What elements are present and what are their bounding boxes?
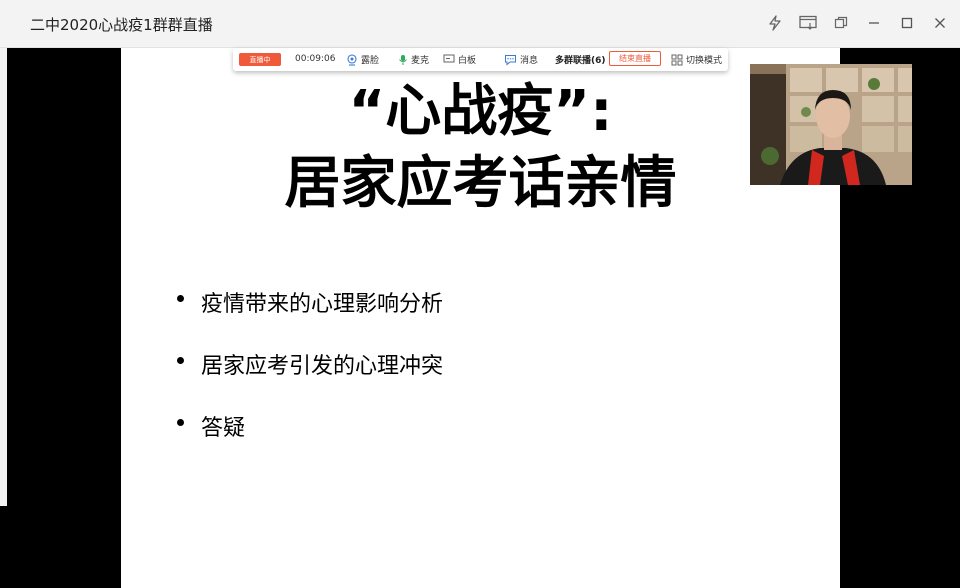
microphone-icon bbox=[399, 54, 407, 65]
title-bar: 二中2020心战疫1群群直播 bbox=[0, 0, 960, 48]
bullet-dot-icon bbox=[177, 419, 184, 426]
whiteboard-button[interactable]: 白板 bbox=[443, 48, 476, 71]
whiteboard-icon bbox=[443, 54, 455, 63]
maximize-icon[interactable] bbox=[896, 12, 918, 34]
presentation-slide: “心战疫”: 居家应考话亲情 疫情带来的心理影响分析 居家应考引发的心理冲突 答… bbox=[121, 48, 840, 588]
left-frame-strip bbox=[0, 48, 7, 506]
microphone-button[interactable]: 麦克 bbox=[398, 48, 429, 71]
window-title: 二中2020心战疫1群群直播 bbox=[30, 16, 213, 34]
restore-copy-icon[interactable] bbox=[830, 12, 852, 34]
webcam-presenter-image bbox=[750, 64, 912, 185]
bullet-item: 答疑 bbox=[177, 410, 443, 472]
grid-mode-icon bbox=[671, 54, 683, 65]
bullet-item: 居家应考引发的心理冲突 bbox=[177, 348, 443, 410]
pin-window-icon[interactable] bbox=[797, 12, 819, 34]
bullet-dot-icon bbox=[177, 357, 184, 364]
switch-mode-button[interactable]: 切换模式 bbox=[671, 48, 722, 71]
slide-title-line-1: “心战疫”: bbox=[348, 79, 613, 144]
webcam-preview[interactable] bbox=[750, 64, 912, 185]
message-button[interactable]: 消息 bbox=[504, 48, 538, 71]
lightning-icon[interactable] bbox=[764, 12, 786, 34]
camera-face-icon bbox=[347, 53, 357, 66]
face-camera-button[interactable]: 露脸 bbox=[346, 48, 379, 71]
end-live-button[interactable]: 结束直播 bbox=[609, 51, 661, 66]
close-icon[interactable] bbox=[929, 12, 951, 34]
minimize-icon[interactable] bbox=[863, 12, 885, 34]
live-status-badge: 直播中 bbox=[239, 53, 281, 66]
bullet-list: 疫情带来的心理影响分析 居家应考引发的心理冲突 答疑 bbox=[177, 286, 443, 472]
bullet-dot-icon bbox=[177, 295, 184, 302]
live-timer: 00:09:06 bbox=[295, 54, 336, 64]
chat-bubble-icon bbox=[505, 54, 516, 66]
slide-title-line-2: 居家应考话亲情 bbox=[284, 151, 677, 216]
bullet-item: 疫情带来的心理影响分析 bbox=[177, 286, 443, 348]
live-toolbar: 直播中 00:09:06 露脸 麦克 白板 消息 多群联播(6) 结束直播 切换… bbox=[233, 48, 728, 71]
multi-group-broadcast-button[interactable]: 多群联播(6) bbox=[555, 48, 606, 71]
